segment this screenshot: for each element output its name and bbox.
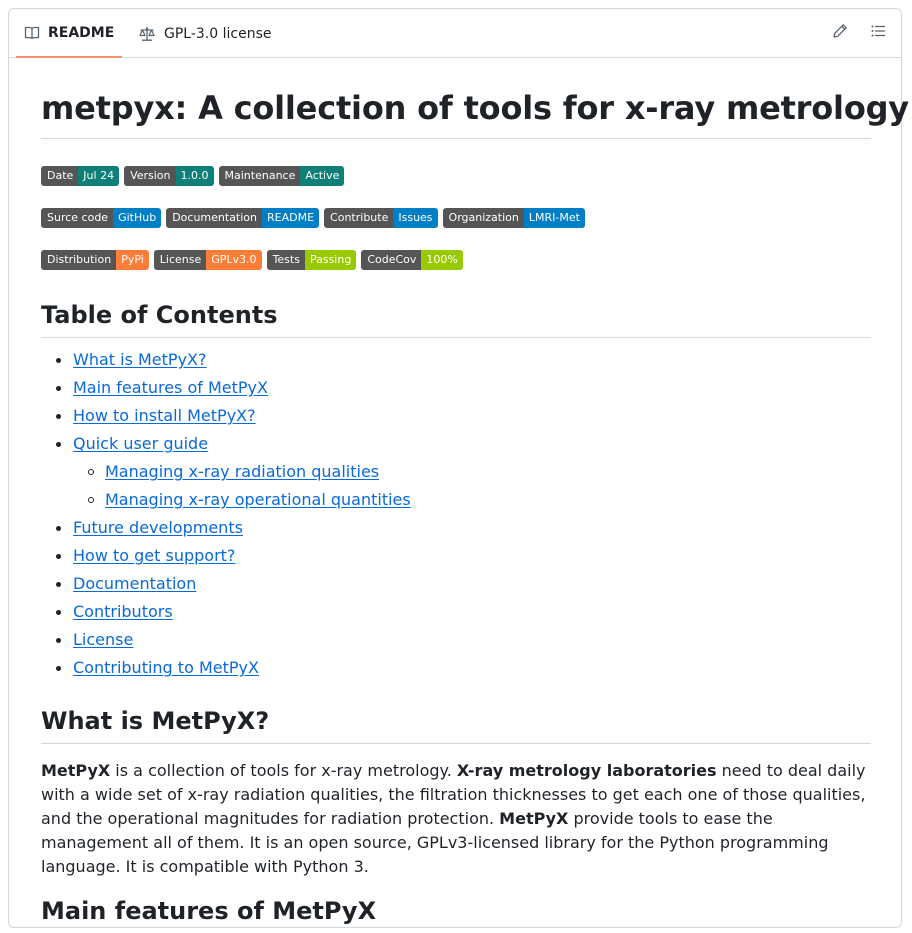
badge-value: 1.0.0	[175, 166, 214, 186]
badge-row3-0[interactable]: Distribution PyPi	[41, 250, 149, 270]
pencil-icon	[832, 23, 848, 43]
toc-item: How to install MetPyX?	[41, 402, 411, 430]
badge-label: CodeCov	[361, 250, 422, 270]
toc-link[interactable]: Managing x-ray operational quantities	[105, 490, 411, 509]
section-heading-main-features: Main features of MetPyX	[41, 897, 377, 925]
badge-row-links: Surce code GitHub Documentation README Contr…	[41, 208, 585, 228]
body-text: is a collection of tools for x-ray metro…	[110, 761, 457, 780]
toc-heading: Table of Contents	[41, 300, 871, 338]
badge-value: GPLv3.0	[206, 250, 262, 270]
toc-link[interactable]: How to install MetPyX?	[73, 406, 256, 425]
toc-item: Contributing to MetPyX	[41, 654, 411, 682]
badge-label: License	[153, 250, 207, 270]
book-icon	[24, 25, 40, 41]
badge-label: Date	[41, 166, 79, 186]
toc-item: Future developments	[41, 514, 411, 542]
tab-license-label: GPL-3.0 license	[164, 25, 272, 42]
badge-row2-3[interactable]: Organization LMRI-Met	[442, 208, 585, 228]
section-body-what-is: MetPyX is a collection of tools for x-ra…	[41, 759, 871, 879]
badge-value: Passing	[304, 250, 357, 270]
badge-row1-0[interactable]: Date Jul 24	[41, 166, 120, 186]
badge-label: Distribution	[41, 250, 117, 270]
toc-link[interactable]: Main features of MetPyX	[73, 378, 268, 397]
toc-item: Managing x-ray operational quantities	[41, 486, 411, 514]
tab-license[interactable]: GPL-3.0 license	[130, 9, 279, 58]
toc-link[interactable]: What is MetPyX?	[73, 350, 206, 369]
badge-value: README	[262, 208, 320, 228]
badge-label: Organization	[442, 208, 524, 228]
toc-item: Documentation	[41, 570, 411, 598]
badge-label: Tests	[266, 250, 305, 270]
badge-row2-1[interactable]: Documentation README	[166, 208, 320, 228]
badge-value: Jul 24	[78, 166, 120, 186]
law-scale-icon	[138, 26, 156, 42]
badge-row2-0[interactable]: Surce code GitHub	[41, 208, 162, 228]
badge-label: Documentation	[166, 208, 263, 228]
badge-label: Maintenance	[218, 166, 301, 186]
readme-tab-bar: README GPL-3.0 license	[9, 9, 901, 58]
badge-value: 100%	[421, 250, 463, 270]
page-title: metpyx: A collection of tools for x-ray …	[41, 88, 909, 139]
badge-label: Contribute	[324, 208, 394, 228]
badge-row3-1[interactable]: License GPLv3.0	[153, 250, 262, 270]
badge-label: Version	[124, 166, 176, 186]
toc-item: License	[41, 626, 411, 654]
badge-row3-2[interactable]: Tests Passing	[266, 250, 357, 270]
toc-link[interactable]: Managing x-ray radiation qualities	[105, 462, 379, 481]
tab-readme-label: README	[48, 24, 115, 41]
badge-row-status: Distribution PyPi License GPLv3.0 Tests Passi…	[41, 250, 463, 270]
toc-item: Managing x-ray radiation qualities	[41, 458, 411, 486]
toc-link[interactable]: License	[73, 630, 133, 649]
badge-label: Surce code	[41, 208, 114, 228]
toc-item: What is MetPyX?	[41, 346, 411, 374]
toc-link[interactable]: Contributing to MetPyX	[73, 658, 259, 677]
outline-button[interactable]	[868, 23, 888, 43]
badge-row1-1[interactable]: Version 1.0.0	[124, 166, 214, 186]
badge-row1-2[interactable]: Maintenance Active	[218, 166, 345, 186]
badge-value: Active	[300, 166, 345, 186]
toc-item: Quick user guide	[41, 430, 411, 458]
badge-value: GitHub	[113, 208, 162, 228]
bold-text: MetPyX	[499, 809, 569, 828]
toc-link[interactable]: Future developments	[73, 518, 243, 537]
toc-item: How to get support?	[41, 542, 411, 570]
section-heading-what-is: What is MetPyX?	[41, 706, 871, 744]
bold-text: MetPyX	[41, 761, 111, 780]
badge-row2-2[interactable]: Contribute Issues	[324, 208, 438, 228]
readme-panel: README GPL-3.0 license metpyx: A collect…	[8, 8, 909, 928]
badge-value: PyPi	[116, 250, 149, 270]
badge-row3-3[interactable]: CodeCov 100%	[361, 250, 463, 270]
badge-row-metadata: Date Jul 24 Version 1.0.0 Maintenance Active	[41, 166, 345, 186]
toc-link[interactable]: Documentation	[73, 574, 196, 593]
tab-readme[interactable]: README	[16, 9, 123, 58]
bold-text: X-ray metrology laboratories	[456, 761, 717, 780]
toc-link[interactable]: Contributors	[73, 602, 173, 621]
toc-list: What is MetPyX? Main features of MetPyX Ho…	[41, 346, 411, 682]
badge-value: LMRI-Met	[523, 208, 585, 228]
edit-file-button[interactable]	[830, 23, 850, 43]
toc-item: Main features of MetPyX	[41, 374, 411, 402]
toc-item: Contributors	[41, 598, 411, 626]
list-unordered-icon	[870, 23, 886, 43]
toc-link[interactable]: How to get support?	[73, 546, 235, 565]
badge-value: Issues	[393, 208, 438, 228]
toc-link[interactable]: Quick user guide	[73, 434, 208, 453]
